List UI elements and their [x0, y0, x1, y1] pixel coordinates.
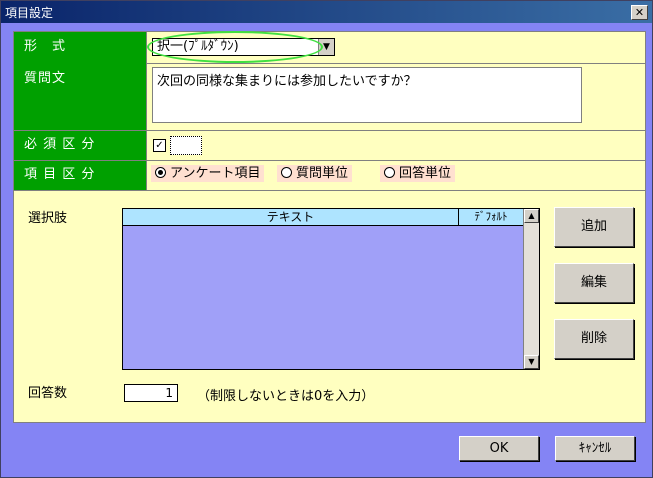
radio-dot-icon: [384, 167, 395, 178]
radio-per-question[interactable]: 質問単位: [277, 165, 353, 182]
answer-count-label: 回答数: [28, 386, 68, 401]
category-row: 項 目 区 分 アンケート項目 質問単位 回答単位: [14, 161, 645, 191]
format-label: 形 式: [14, 32, 147, 63]
radio-dot-icon: [281, 167, 292, 178]
scroll-up-icon[interactable]: ▲: [524, 209, 539, 223]
dialog-window: 項目設定 ✕ 形 式 択一(ﾌﾟﾙﾀﾞｳﾝ) ▼ 質問文 次回の同様な集まりには…: [0, 0, 653, 478]
category-label: 項 目 区 分: [14, 161, 147, 190]
title-bar[interactable]: 項目設定 ✕: [1, 1, 652, 23]
required-label: 必 須 区 分: [14, 131, 147, 160]
choices-header: テキスト ﾃﾞﾌｫﾙﾄ: [123, 209, 523, 226]
radio-per-question-label: 質問単位: [296, 166, 349, 181]
column-header-text[interactable]: テキスト: [123, 209, 459, 225]
radio-survey-item-label: アンケート項目: [170, 166, 261, 181]
highlight-ellipse: [147, 31, 323, 63]
required-row: 必 須 区 分 ✓: [14, 131, 645, 161]
choices-list[interactable]: テキスト ﾃﾞﾌｫﾙﾄ ▲ ▼: [122, 208, 540, 370]
radio-dot-icon: [155, 167, 166, 178]
scroll-down-icon[interactable]: ▼: [524, 355, 539, 369]
format-row: 形 式 択一(ﾌﾟﾙﾀﾞｳﾝ) ▼: [14, 31, 645, 64]
cancel-button[interactable]: ｷｬﾝｾﾙ: [555, 436, 635, 461]
choices-label: 選択肢: [28, 211, 68, 226]
form-panel: 形 式 択一(ﾌﾟﾙﾀﾞｳﾝ) ▼ 質問文 次回の同様な集まりには参加したいです…: [13, 31, 646, 423]
close-button[interactable]: ✕: [631, 5, 648, 20]
answer-count-note: （制限しないときは0を入力）: [197, 389, 375, 404]
radio-survey-item[interactable]: アンケート項目: [151, 165, 265, 182]
edit-button[interactable]: 編集: [554, 263, 634, 303]
question-textarea[interactable]: 次回の同様な集まりには参加したいですか？: [152, 67, 582, 123]
question-row: 質問文 次回の同様な集まりには参加したいですか？: [14, 63, 645, 131]
answer-count-input[interactable]: 1: [124, 384, 178, 402]
add-button[interactable]: 追加: [554, 207, 634, 247]
ok-button[interactable]: OK: [459, 436, 539, 461]
delete-button[interactable]: 削除: [554, 319, 634, 359]
choices-scrollbar[interactable]: ▲ ▼: [523, 209, 539, 369]
radio-per-answer-label: 回答単位: [399, 166, 452, 181]
window-title: 項目設定: [5, 6, 54, 20]
column-header-default[interactable]: ﾃﾞﾌｫﾙﾄ: [459, 209, 523, 225]
required-extra-field[interactable]: [170, 136, 202, 155]
close-icon: ✕: [634, 6, 645, 19]
question-label: 質問文: [14, 63, 147, 130]
radio-per-answer[interactable]: 回答単位: [380, 165, 456, 182]
required-checkbox[interactable]: ✓: [153, 139, 166, 152]
